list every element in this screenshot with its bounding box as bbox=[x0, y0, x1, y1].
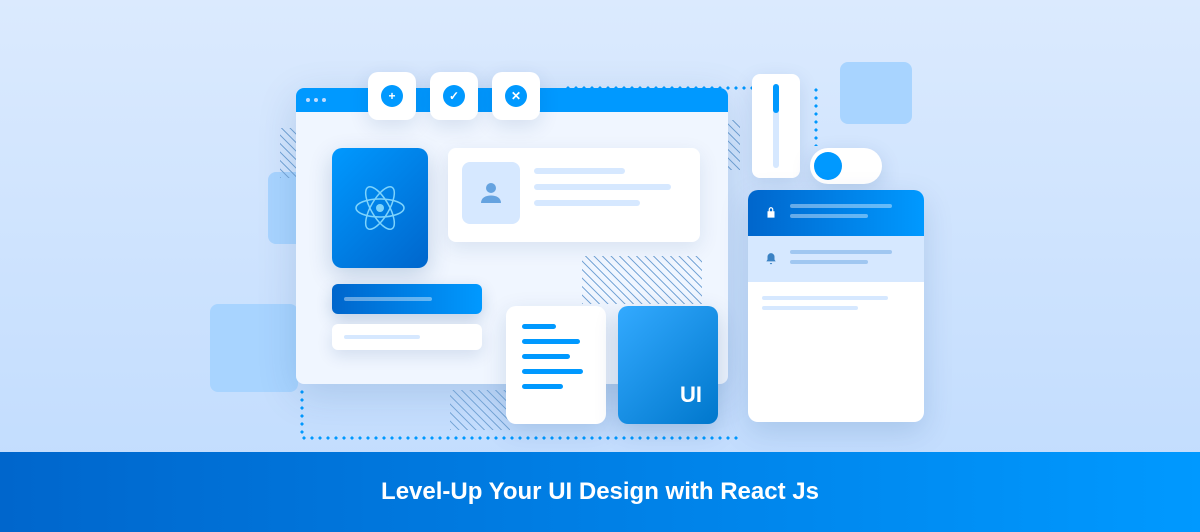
notification-panel bbox=[748, 190, 924, 422]
toggle-switch[interactable] bbox=[810, 148, 882, 184]
notification-item[interactable] bbox=[748, 236, 924, 282]
window-control-dot bbox=[314, 98, 318, 102]
slider-fill bbox=[773, 84, 779, 113]
vertical-slider[interactable] bbox=[752, 74, 800, 178]
toggle-knob bbox=[814, 152, 842, 180]
footer-banner: Level-Up Your UI Design with React Js bbox=[0, 452, 1200, 532]
user-icon bbox=[476, 178, 506, 208]
close-button[interactable]: ✕ bbox=[492, 72, 540, 120]
react-logo-icon bbox=[350, 178, 410, 238]
add-button[interactable]: + bbox=[368, 72, 416, 120]
secondary-input-bar[interactable] bbox=[332, 324, 482, 350]
bell-icon bbox=[762, 250, 780, 268]
ui-label: UI bbox=[680, 382, 702, 408]
window-control-dot bbox=[306, 98, 310, 102]
action-button-row: + ✓ ✕ bbox=[368, 72, 540, 120]
profile-card bbox=[448, 148, 700, 242]
dotted-connector bbox=[814, 86, 818, 146]
notification-item[interactable] bbox=[748, 282, 924, 324]
document-card bbox=[506, 306, 606, 424]
window-control-dot bbox=[322, 98, 326, 102]
ui-label-card: UI bbox=[618, 306, 718, 424]
illustration-canvas: + ✓ ✕ bbox=[0, 0, 1200, 452]
slider-track bbox=[773, 84, 779, 168]
hatch-pattern bbox=[582, 256, 702, 304]
close-icon: ✕ bbox=[505, 85, 527, 107]
avatar bbox=[462, 162, 520, 224]
dotted-connector bbox=[300, 436, 740, 440]
plus-icon: + bbox=[381, 85, 403, 107]
footer-title: Level-Up Your UI Design with React Js bbox=[381, 478, 819, 506]
decoration-square bbox=[210, 304, 298, 392]
profile-text-placeholder bbox=[534, 162, 686, 228]
lock-icon bbox=[762, 204, 780, 222]
notification-item[interactable] bbox=[748, 190, 924, 236]
hatch-pattern bbox=[450, 390, 510, 430]
dotted-connector bbox=[300, 388, 304, 438]
decoration-square bbox=[840, 62, 912, 124]
react-logo-card bbox=[332, 148, 428, 268]
primary-input-bar[interactable] bbox=[332, 284, 482, 314]
check-icon: ✓ bbox=[443, 85, 465, 107]
confirm-button[interactable]: ✓ bbox=[430, 72, 478, 120]
